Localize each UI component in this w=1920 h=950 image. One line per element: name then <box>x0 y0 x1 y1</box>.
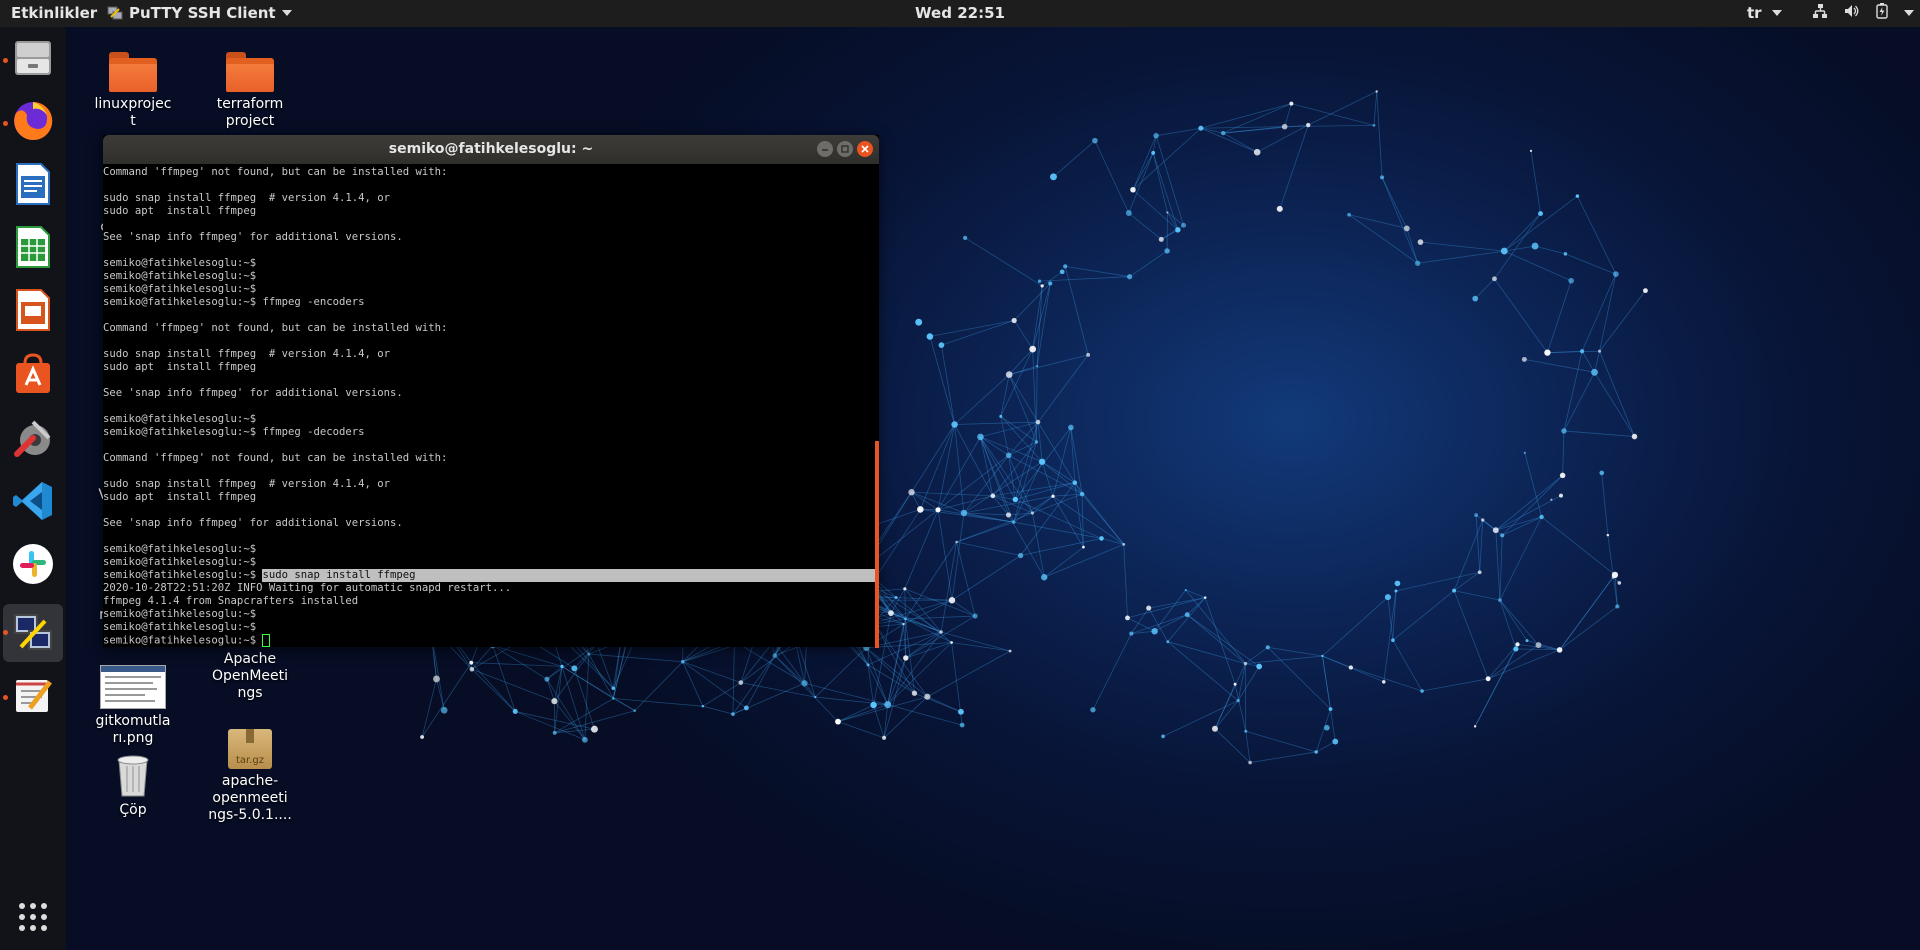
close-button[interactable] <box>857 141 873 157</box>
language-label: tr <box>1747 4 1762 22</box>
terminal-prompt: semiko@fatihkelesoglu:~$ <box>103 634 263 647</box>
network-icon <box>1812 3 1828 23</box>
impress-icon[interactable] <box>10 287 56 333</box>
volume-icon <box>1844 3 1860 23</box>
minimize-button[interactable] <box>817 141 833 157</box>
folder-icon <box>226 52 274 92</box>
writer-icon[interactable] <box>10 161 56 207</box>
terminal-line: ffmpeg 4.1.4 from Snapcrafters installed <box>103 595 359 607</box>
desktop-icon-apache-openmeetings[interactable]: Apache OpenMeeti ngs <box>202 651 298 702</box>
terminal-line: semiko@fatihkelesoglu:~$ <box>103 543 257 555</box>
terminal-line: Command 'ffmpeg' not found, but can be i… <box>103 452 448 464</box>
settings-icon[interactable] <box>10 415 56 461</box>
putty-terminal-window[interactable]: semiko@fatihkelesoglu: ~ Command 'ffmpeg… <box>103 135 879 648</box>
activities-button[interactable]: Etkinlikler <box>11 4 97 22</box>
slack-icon[interactable] <box>10 541 56 587</box>
terminal-line: 2020-10-28T22:51:20Z INFO Waiting for au… <box>103 582 512 594</box>
system-menu[interactable] <box>1812 3 1914 23</box>
window-titlebar[interactable]: semiko@fatihkelesoglu: ~ <box>103 135 879 164</box>
firefox-icon[interactable] <box>10 98 56 144</box>
terminal-lines: Command 'ffmpeg' not found, but can be i… <box>103 166 875 647</box>
terminal-line: semiko@fatihkelesoglu:~$ <box>103 283 257 295</box>
desktop-icon-label: linuxprojec t <box>94 96 172 129</box>
chevron-down-icon <box>281 10 292 16</box>
desktop-icon-label-partial: c <box>48 219 108 236</box>
terminal-line: sudo apt install ffmpeg <box>103 205 257 217</box>
terminal-line: sudo snap install ffmpeg # version 4.1.4… <box>103 348 391 360</box>
desktop-icon-terraform-project[interactable]: terraform project <box>202 52 298 130</box>
archive-icon: tar.gz <box>228 729 272 769</box>
desktop-icon-gitkomutlari-png[interactable]: gitkomutla rı.png <box>85 665 181 747</box>
putty-small-icon <box>107 5 123 21</box>
running-indicator <box>3 58 8 63</box>
image-thumbnail-icon <box>100 665 166 709</box>
terminal-prompt-line: semiko@fatihkelesoglu:~$ <box>103 634 875 647</box>
app-menu-label: PuTTY SSH Client <box>129 4 276 22</box>
terminal-line: See 'snap info ffmpeg' for additional ve… <box>103 231 403 243</box>
terminal-line: sudo apt install ffmpeg <box>103 361 257 373</box>
terminal-line: semiko@fatihkelesoglu:~$ <box>103 621 257 633</box>
terminal-line: semiko@fatihkelesoglu:~$ <box>103 270 257 282</box>
text-editor-icon[interactable] <box>10 672 56 718</box>
terminal-line: semiko@fatihkelesoglu:~$ <box>103 608 257 620</box>
terminal-line: Command 'ffmpeg' not found, but can be i… <box>103 322 448 334</box>
chevron-down-icon <box>1771 10 1782 16</box>
terminal-line: See 'snap info ffmpeg' for additional ve… <box>103 517 403 529</box>
files-icon[interactable] <box>10 35 56 81</box>
app-menu[interactable]: PuTTY SSH Client <box>107 4 292 22</box>
terminal-line: sudo snap install ffmpeg # version 4.1.4… <box>103 478 391 490</box>
desktop-icon-apache-openmeetings-archive[interactable]: tar.gz apache- openmeeti ngs-5.0.1.... <box>202 729 298 824</box>
terminal-output[interactable]: Command 'ffmpeg' not found, but can be i… <box>103 164 875 647</box>
archive-badge: tar.gz <box>235 755 265 766</box>
desktop-icon-label-partial: V <box>48 487 108 504</box>
battery-icon <box>1876 3 1888 23</box>
folder-icon <box>109 52 157 92</box>
terminal-line: sudo snap install ffmpeg # version 4.1.4… <box>103 192 391 204</box>
clock[interactable]: Wed 22:51 <box>915 4 1005 22</box>
selected-command: sudo snap install ffmpeg <box>262 569 875 582</box>
terminal-line: semiko@fatihkelesoglu:~$ ffmpeg -encoder… <box>103 296 365 308</box>
terminal-line: Command 'ffmpeg' not found, but can be i… <box>103 166 448 178</box>
terminal-line: semiko@fatihkelesoglu:~$ <box>103 257 257 269</box>
terminal-line: semiko@fatihkelesoglu:~$ <box>103 556 257 568</box>
terminal-line: semiko@fatihkelesoglu:~$ <box>103 413 257 425</box>
desktop-icon-label: terraform project <box>216 96 284 129</box>
terminal-line: sudo apt install ffmpeg <box>103 491 257 503</box>
desktop-icon-label: Apache OpenMeeti ngs <box>211 651 289 701</box>
terminal-line: semiko@fatihkelesoglu:~$ ffmpeg -decoder… <box>103 426 365 438</box>
show-applications-icon[interactable] <box>10 894 56 940</box>
desktop-icon-label: Çöp <box>119 802 147 818</box>
terminal-scrollbar[interactable] <box>875 441 879 648</box>
desktop-icon-label-partial: n <box>48 607 108 624</box>
running-indicator <box>3 695 8 700</box>
desktop-icon-label: apache- openmeeti ngs-5.0.1.... <box>208 773 292 823</box>
software-center-icon[interactable] <box>10 350 56 396</box>
trash-icon <box>113 752 153 798</box>
desktop-icon-label: gitkomutla rı.png <box>95 713 171 746</box>
language-indicator[interactable]: tr <box>1747 4 1782 22</box>
terminal-cursor <box>262 634 271 647</box>
desktop-icon-linuxproject[interactable]: linuxprojec t <box>85 52 181 130</box>
top-bar: Etkinlikler PuTTY SSH Client Wed 22:51 t… <box>0 0 1920 27</box>
terminal-line: semiko@fatihkelesoglu:~$ sudo snap insta… <box>103 569 875 582</box>
terminal-line: See 'snap info ffmpeg' for additional ve… <box>103 387 403 399</box>
chevron-down-icon <box>1904 10 1914 16</box>
running-indicator <box>3 630 8 635</box>
maximize-button[interactable] <box>837 141 853 157</box>
running-indicator <box>3 121 8 126</box>
window-title: semiko@fatihkelesoglu: ~ <box>388 141 594 157</box>
desktop-icon-trash[interactable]: Çöp <box>85 752 181 819</box>
